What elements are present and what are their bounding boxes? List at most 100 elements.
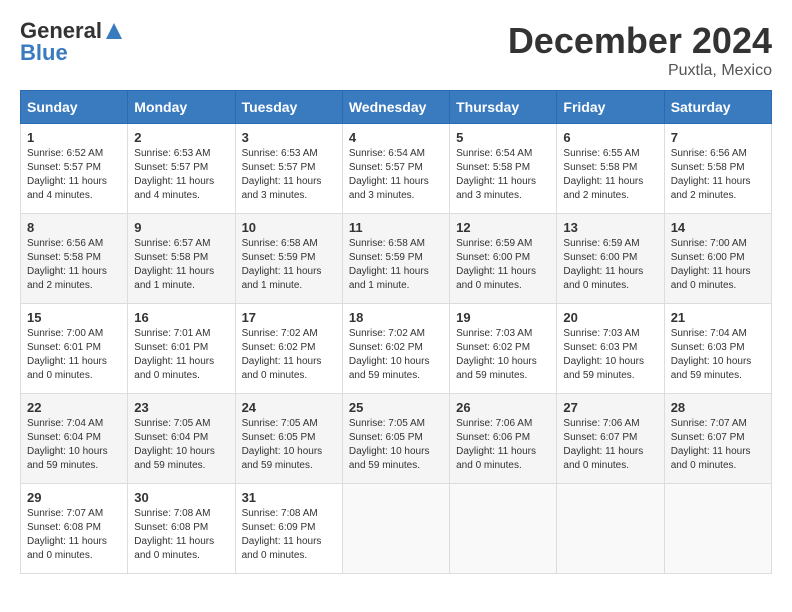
calendar-cell: 14 Sunrise: 7:00 AM Sunset: 6:00 PM Dayl…: [664, 214, 771, 304]
calendar-week-row: 1 Sunrise: 6:52 AM Sunset: 5:57 PM Dayli…: [21, 124, 772, 214]
sunrise-text: Sunrise: 7:00 AM: [27, 328, 103, 339]
sunrise-text: Sunrise: 7:08 AM: [242, 508, 318, 519]
daylight-text: Daylight: 11 hours and 0 minutes.: [242, 536, 322, 561]
day-number: 1: [27, 130, 121, 145]
sunset-text: Sunset: 6:01 PM: [27, 342, 101, 353]
day-number: 11: [349, 220, 443, 235]
day-number: 9: [134, 220, 228, 235]
calendar-cell: 7 Sunrise: 6:56 AM Sunset: 5:58 PM Dayli…: [664, 124, 771, 214]
sunrise-text: Sunrise: 6:59 AM: [456, 238, 532, 249]
sunrise-text: Sunrise: 7:04 AM: [671, 328, 747, 339]
calendar-cell: 11 Sunrise: 6:58 AM Sunset: 5:59 PM Dayl…: [342, 214, 449, 304]
sunset-text: Sunset: 5:58 PM: [563, 162, 637, 173]
calendar-cell: 8 Sunrise: 6:56 AM Sunset: 5:58 PM Dayli…: [21, 214, 128, 304]
calendar-cell: [664, 484, 771, 574]
sunset-text: Sunset: 5:59 PM: [349, 252, 423, 263]
sunset-text: Sunset: 6:08 PM: [27, 522, 101, 533]
sunset-text: Sunset: 6:02 PM: [456, 342, 530, 353]
sunrise-text: Sunrise: 7:02 AM: [349, 328, 425, 339]
calendar-cell: 15 Sunrise: 7:00 AM Sunset: 6:01 PM Dayl…: [21, 304, 128, 394]
sunset-text: Sunset: 6:09 PM: [242, 522, 316, 533]
sunrise-text: Sunrise: 7:07 AM: [27, 508, 103, 519]
calendar-cell: 16 Sunrise: 7:01 AM Sunset: 6:01 PM Dayl…: [128, 304, 235, 394]
sunrise-text: Sunrise: 7:05 AM: [134, 418, 210, 429]
sunrise-text: Sunrise: 7:00 AM: [671, 238, 747, 249]
calendar-cell: 17 Sunrise: 7:02 AM Sunset: 6:02 PM Dayl…: [235, 304, 342, 394]
sunset-text: Sunset: 5:57 PM: [134, 162, 208, 173]
page-header: General Blue December 2024 Puxtla, Mexic…: [20, 20, 772, 80]
sunrise-text: Sunrise: 6:58 AM: [242, 238, 318, 249]
sunrise-text: Sunrise: 7:06 AM: [456, 418, 532, 429]
location: Puxtla, Mexico: [508, 62, 772, 80]
calendar-cell: 4 Sunrise: 6:54 AM Sunset: 5:57 PM Dayli…: [342, 124, 449, 214]
day-number: 19: [456, 310, 550, 325]
day-number: 17: [242, 310, 336, 325]
calendar-cell: 1 Sunrise: 6:52 AM Sunset: 5:57 PM Dayli…: [21, 124, 128, 214]
daylight-text: Daylight: 11 hours and 0 minutes.: [134, 536, 214, 561]
sunset-text: Sunset: 6:05 PM: [242, 432, 316, 443]
header-friday: Friday: [557, 91, 664, 124]
day-number: 24: [242, 400, 336, 415]
day-number: 2: [134, 130, 228, 145]
daylight-text: Daylight: 11 hours and 0 minutes.: [242, 356, 322, 381]
day-number: 14: [671, 220, 765, 235]
calendar-cell: 13 Sunrise: 6:59 AM Sunset: 6:00 PM Dayl…: [557, 214, 664, 304]
daylight-text: Daylight: 11 hours and 1 minute.: [242, 266, 322, 291]
calendar-cell: 6 Sunrise: 6:55 AM Sunset: 5:58 PM Dayli…: [557, 124, 664, 214]
header-saturday: Saturday: [664, 91, 771, 124]
daylight-text: Daylight: 11 hours and 4 minutes.: [27, 176, 107, 201]
daylight-text: Daylight: 10 hours and 59 minutes.: [563, 356, 644, 381]
daylight-text: Daylight: 11 hours and 1 minute.: [349, 266, 429, 291]
calendar-cell: 31 Sunrise: 7:08 AM Sunset: 6:09 PM Dayl…: [235, 484, 342, 574]
calendar-cell: [342, 484, 449, 574]
sunrise-text: Sunrise: 6:54 AM: [456, 148, 532, 159]
daylight-text: Daylight: 11 hours and 2 minutes.: [563, 176, 643, 201]
day-number: 29: [27, 490, 121, 505]
sunrise-text: Sunrise: 7:03 AM: [456, 328, 532, 339]
sunset-text: Sunset: 6:00 PM: [456, 252, 530, 263]
sunset-text: Sunset: 6:05 PM: [349, 432, 423, 443]
calendar-cell: 23 Sunrise: 7:05 AM Sunset: 6:04 PM Dayl…: [128, 394, 235, 484]
daylight-text: Daylight: 11 hours and 0 minutes.: [563, 266, 643, 291]
sunrise-text: Sunrise: 7:05 AM: [242, 418, 318, 429]
calendar-week-row: 29 Sunrise: 7:07 AM Sunset: 6:08 PM Dayl…: [21, 484, 772, 574]
calendar-cell: 22 Sunrise: 7:04 AM Sunset: 6:04 PM Dayl…: [21, 394, 128, 484]
sunrise-text: Sunrise: 7:03 AM: [563, 328, 639, 339]
day-number: 22: [27, 400, 121, 415]
day-number: 30: [134, 490, 228, 505]
sunset-text: Sunset: 6:00 PM: [563, 252, 637, 263]
calendar-cell: 2 Sunrise: 6:53 AM Sunset: 5:57 PM Dayli…: [128, 124, 235, 214]
daylight-text: Daylight: 11 hours and 1 minute.: [134, 266, 214, 291]
sunrise-text: Sunrise: 7:01 AM: [134, 328, 210, 339]
sunrise-text: Sunrise: 7:05 AM: [349, 418, 425, 429]
day-number: 4: [349, 130, 443, 145]
day-number: 23: [134, 400, 228, 415]
calendar-week-row: 15 Sunrise: 7:00 AM Sunset: 6:01 PM Dayl…: [21, 304, 772, 394]
sunrise-text: Sunrise: 6:55 AM: [563, 148, 639, 159]
sunrise-text: Sunrise: 6:56 AM: [27, 238, 103, 249]
calendar-body: 1 Sunrise: 6:52 AM Sunset: 5:57 PM Dayli…: [21, 124, 772, 574]
sunset-text: Sunset: 6:07 PM: [671, 432, 745, 443]
daylight-text: Daylight: 11 hours and 3 minutes.: [349, 176, 429, 201]
daylight-text: Daylight: 11 hours and 3 minutes.: [242, 176, 322, 201]
sunrise-text: Sunrise: 7:04 AM: [27, 418, 103, 429]
daylight-text: Daylight: 10 hours and 59 minutes.: [671, 356, 752, 381]
calendar-table: Sunday Monday Tuesday Wednesday Thursday…: [20, 90, 772, 574]
calendar-cell: 12 Sunrise: 6:59 AM Sunset: 6:00 PM Dayl…: [450, 214, 557, 304]
sunset-text: Sunset: 6:02 PM: [242, 342, 316, 353]
day-number: 21: [671, 310, 765, 325]
logo-general-text: General: [20, 20, 102, 42]
calendar-cell: 29 Sunrise: 7:07 AM Sunset: 6:08 PM Dayl…: [21, 484, 128, 574]
daylight-text: Daylight: 11 hours and 0 minutes.: [27, 356, 107, 381]
calendar-week-row: 22 Sunrise: 7:04 AM Sunset: 6:04 PM Dayl…: [21, 394, 772, 484]
sunrise-text: Sunrise: 7:08 AM: [134, 508, 210, 519]
daylight-text: Daylight: 11 hours and 4 minutes.: [134, 176, 214, 201]
sunset-text: Sunset: 6:02 PM: [349, 342, 423, 353]
calendar-cell: 5 Sunrise: 6:54 AM Sunset: 5:58 PM Dayli…: [450, 124, 557, 214]
sunrise-text: Sunrise: 6:56 AM: [671, 148, 747, 159]
daylight-text: Daylight: 10 hours and 59 minutes.: [349, 446, 430, 471]
day-number: 26: [456, 400, 550, 415]
day-number: 7: [671, 130, 765, 145]
header-row: Sunday Monday Tuesday Wednesday Thursday…: [21, 91, 772, 124]
daylight-text: Daylight: 10 hours and 59 minutes.: [134, 446, 215, 471]
